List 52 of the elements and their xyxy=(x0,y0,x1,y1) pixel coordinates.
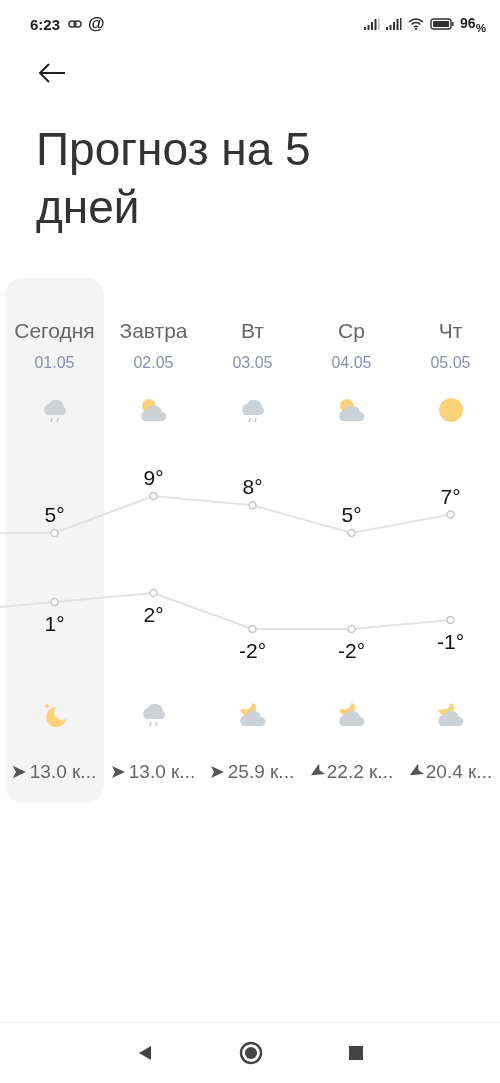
clock: 6:23 xyxy=(30,15,61,33)
page-title: Прогноз на 5 дней xyxy=(36,122,312,235)
home-nav-icon[interactable] xyxy=(239,1041,263,1065)
low-temperature: -2° xyxy=(238,639,267,658)
chart-point xyxy=(50,597,59,607)
day-label[interactable]: Завтра xyxy=(119,318,188,344)
high-temperature: 9° xyxy=(143,466,164,489)
wind-direction-icon xyxy=(210,766,224,778)
chart-point xyxy=(347,624,356,634)
wind-speed: 25.9 к... xyxy=(227,761,295,783)
low-temperature: -2° xyxy=(337,639,366,658)
signal-icon xyxy=(386,18,403,30)
notification-text: @ xyxy=(88,14,105,34)
low-temperature: 1° xyxy=(44,612,65,635)
chart-point xyxy=(149,588,158,598)
wind-speed: 13.0 к... xyxy=(29,761,97,783)
sun-icon xyxy=(437,397,464,423)
date-label: 05.05 xyxy=(430,353,471,373)
sun-cloud-icon xyxy=(138,397,169,423)
link-icon xyxy=(68,20,83,28)
day-label[interactable]: Ср xyxy=(338,318,365,344)
chart-point xyxy=(50,528,59,538)
wind-speed: 20.4 к... xyxy=(425,761,493,783)
high-temperature: 7° xyxy=(440,484,461,508)
battery-percent: 96$_{%}$ xyxy=(460,14,486,34)
wind-direction-icon xyxy=(111,766,125,778)
chart-point xyxy=(248,501,257,510)
chart-point xyxy=(347,528,356,538)
day-label[interactable]: Чт xyxy=(438,318,463,344)
date-label: 03.05 xyxy=(232,353,273,373)
high-temperature: 5° xyxy=(341,503,362,526)
date-label: 01.05 xyxy=(34,353,75,373)
date-label: 04.05 xyxy=(331,353,372,373)
wind-direction-icon xyxy=(12,766,26,778)
signal-icon xyxy=(364,18,381,30)
wind-speed: 22.2 к... xyxy=(326,761,394,783)
high-temperature: 8° xyxy=(242,475,263,499)
back-nav-icon[interactable] xyxy=(137,1045,153,1061)
day-label[interactable]: Сегодня xyxy=(14,318,95,344)
day-label[interactable]: Вт xyxy=(241,318,264,344)
chart-point xyxy=(446,510,455,519)
high-temperature: 5° xyxy=(44,503,65,526)
low-temperature: -1° xyxy=(436,630,465,653)
chart-point xyxy=(149,491,158,501)
chart-point xyxy=(446,615,455,625)
battery-icon xyxy=(430,18,455,30)
low-temperature: 2° xyxy=(143,603,164,626)
wifi-icon xyxy=(408,18,425,30)
sun-cloud-icon xyxy=(336,397,367,423)
chart-point xyxy=(248,624,257,634)
wind-speed: 13.0 к... xyxy=(128,761,196,783)
date-label: 02.05 xyxy=(133,353,174,373)
